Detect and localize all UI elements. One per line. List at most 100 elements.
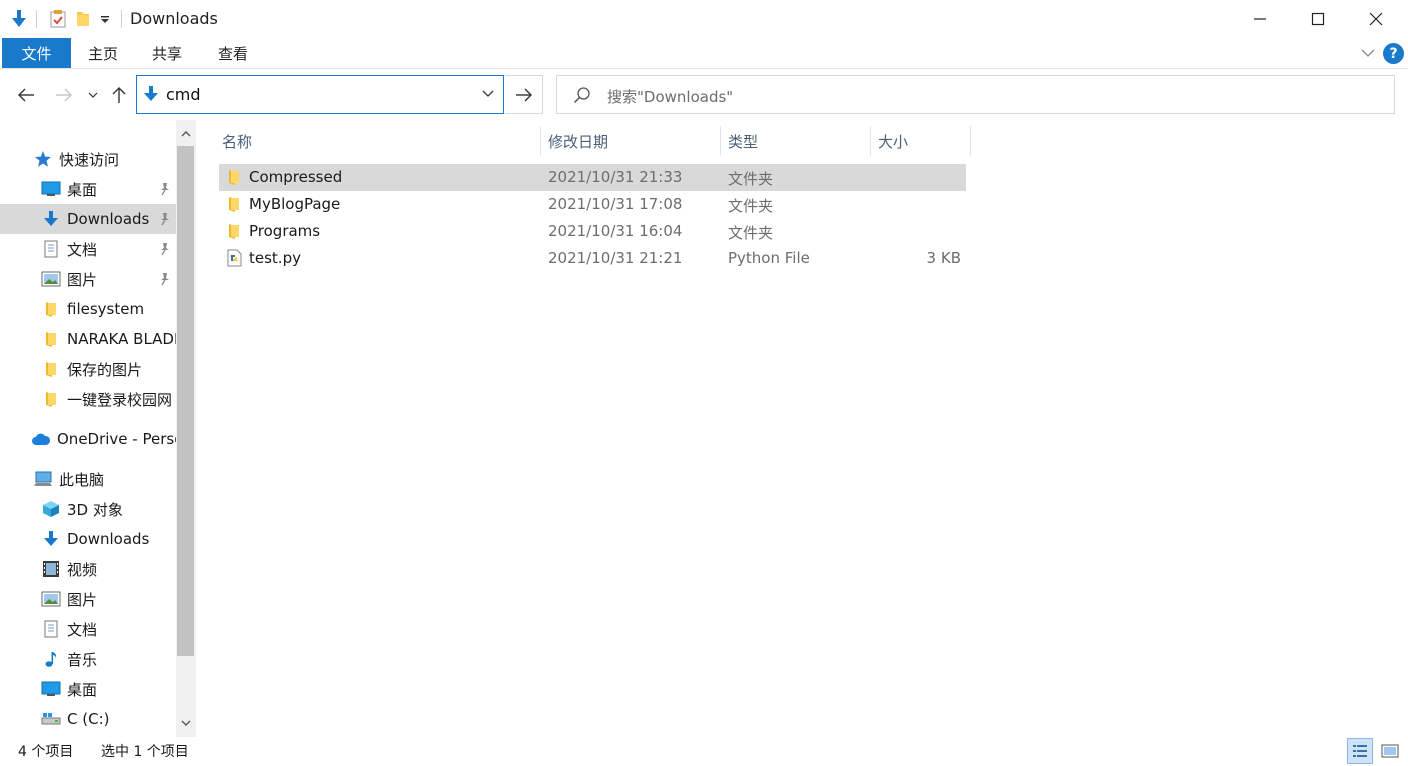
sidebar-item-pc-pictures[interactable]: 图片 (0, 584, 176, 614)
folder-icon (229, 197, 239, 212)
large-icons-view-icon (1381, 744, 1399, 758)
ribbon: 文件 主页 共享 查看 ? (0, 38, 1408, 69)
sidebar-item-label: 图片 (67, 270, 98, 289)
sidebar-onedrive[interactable]: OneDrive - Personal (0, 424, 176, 454)
sidebar-item-saved-pictures[interactable]: 保存的图片 (0, 354, 176, 384)
sidebar-item-music[interactable]: 音乐 (0, 644, 176, 674)
properties-icon[interactable] (47, 8, 69, 30)
file-row-test-py[interactable]: test.py 2021/10/31 21:21 Python File 3 K… (219, 245, 966, 272)
download-arrow-icon[interactable] (8, 8, 30, 30)
scroll-down-button[interactable] (176, 711, 196, 735)
document-icon (41, 619, 61, 639)
sidebar-item-downloads[interactable]: Downloads (0, 204, 176, 234)
search-icon (573, 87, 590, 104)
search-input[interactable]: 搜索"Downloads" (607, 86, 733, 107)
sidebar-quick-access[interactable]: 快速访问 (0, 144, 176, 174)
details-view-icon (1353, 745, 1367, 757)
arrow-left-icon (18, 88, 34, 102)
file-row-programs[interactable]: Programs 2021/10/31 16:04 文件夹 (219, 218, 966, 245)
chevron-down-icon (181, 720, 191, 726)
toolbar-divider (36, 10, 37, 28)
column-header-date[interactable]: 修改日期 (541, 126, 721, 156)
folder-icon (229, 224, 239, 239)
music-icon (41, 649, 61, 669)
pin-icon (158, 242, 172, 260)
download-arrow-icon (144, 86, 158, 101)
file-date: 2021/10/31 16:04 (548, 222, 683, 240)
title-bar: Downloads (0, 0, 1408, 38)
selection-count: 选中 1 个项目 (101, 744, 189, 760)
address-input[interactable]: cmd (166, 85, 201, 104)
ribbon-expand-button[interactable] (1358, 44, 1378, 62)
status-bar: 4 个项目 选中 1 个项目 (0, 737, 1408, 766)
download-arrow-icon (41, 529, 61, 549)
tab-view[interactable]: 查看 (208, 38, 258, 68)
file-type: 文件夹 (728, 170, 774, 188)
sidebar-item-documents[interactable]: 文档 (0, 234, 176, 264)
sidebar-item-pc-desktop[interactable]: 桌面 (0, 674, 176, 704)
search-box[interactable]: 搜索"Downloads" (556, 75, 1395, 114)
close-button[interactable] (1347, 0, 1405, 38)
file-row-myblogpage[interactable]: MyBlogPage 2021/10/31 17:08 文件夹 (219, 191, 966, 218)
new-folder-icon[interactable] (73, 8, 93, 30)
sidebar-item-label: 桌面 (67, 180, 98, 199)
file-row-compressed[interactable]: Compressed 2021/10/31 21:33 文件夹 (219, 164, 966, 191)
sidebar-scrollbar[interactable] (176, 120, 196, 737)
column-header-size[interactable]: 大小 (871, 126, 971, 156)
forward-button[interactable] (52, 83, 76, 107)
folder-icon (41, 389, 61, 409)
sidebar-item-filesystem[interactable]: filesystem (0, 294, 176, 324)
column-header-name[interactable]: 名称 (215, 126, 541, 156)
minimize-button[interactable] (1231, 0, 1289, 38)
video-icon (41, 559, 61, 579)
sidebar-item-label: 文档 (67, 240, 98, 259)
sidebar-item-label: 3D 对象 (67, 500, 123, 519)
desktop-icon (41, 679, 61, 699)
scroll-up-button[interactable] (176, 122, 196, 146)
item-count: 4 个项目 (18, 744, 74, 760)
sidebar-item-pictures[interactable]: 图片 (0, 264, 176, 294)
sidebar-item-label: 视频 (67, 560, 98, 579)
toolbar-divider (121, 10, 122, 28)
address-bar[interactable]: cmd (136, 75, 504, 114)
sidebar-item-videos[interactable]: 视频 (0, 554, 176, 584)
customize-toolbar-icon[interactable] (97, 8, 113, 30)
chevron-down-icon (1361, 49, 1375, 57)
drive-icon (41, 709, 61, 729)
maximize-icon (1311, 12, 1325, 26)
chevron-down-icon (482, 90, 494, 97)
sidebar-item-campus-login[interactable]: 一键登录校园网 (0, 384, 176, 414)
help-icon[interactable]: ? (1383, 43, 1404, 64)
up-button[interactable] (108, 83, 130, 107)
file-date: 2021/10/31 21:21 (548, 249, 683, 267)
go-button[interactable] (505, 75, 543, 114)
star-icon (33, 149, 53, 169)
maximize-button[interactable] (1289, 0, 1347, 38)
details-view-button[interactable] (1347, 738, 1373, 764)
scrollbar-thumb[interactable] (177, 146, 194, 656)
tab-file[interactable]: 文件 (2, 38, 71, 68)
sidebar-this-pc[interactable]: 此电脑 (0, 464, 176, 494)
pin-icon (158, 182, 172, 200)
3d-objects-icon (41, 499, 61, 519)
recent-locations-button[interactable] (86, 83, 100, 107)
sidebar-item-pc-downloads[interactable]: Downloads (0, 524, 176, 554)
document-icon (41, 239, 61, 259)
tab-home[interactable]: 主页 (78, 38, 128, 68)
python-file-icon (227, 249, 242, 267)
arrow-right-icon (515, 88, 532, 101)
sidebar-item-desktop[interactable]: 桌面 (0, 174, 176, 204)
large-icons-view-button[interactable] (1377, 738, 1403, 764)
sidebar-item-naraka[interactable]: NARAKA BLADEPOINT (0, 324, 176, 354)
window-title: Downloads (130, 9, 218, 28)
sidebar-item-pc-documents[interactable]: 文档 (0, 614, 176, 644)
back-button[interactable] (14, 83, 38, 107)
navigation-bar: cmd 搜索"Downloads" (0, 70, 1408, 120)
sidebar-item-drive-c[interactable]: C (C:) (0, 704, 176, 734)
column-header-type[interactable]: 类型 (721, 126, 871, 156)
sidebar-item-3d-objects[interactable]: 3D 对象 (0, 494, 176, 524)
pin-icon (158, 212, 172, 230)
folder-icon (41, 359, 61, 379)
tab-share[interactable]: 共享 (142, 38, 192, 68)
address-dropdown-button[interactable] (481, 86, 495, 106)
